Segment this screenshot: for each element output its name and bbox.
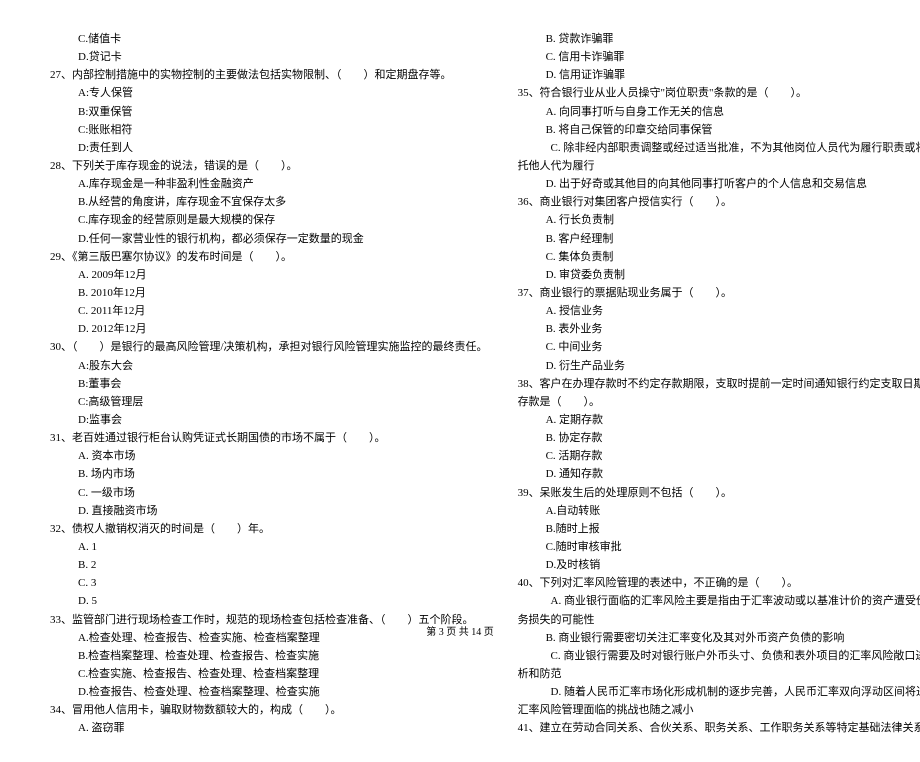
text-line: 40、下列对汇率风险管理的表述中，不正确的是（ ）。	[518, 574, 920, 592]
text-line: D. 随着人民币汇率市场化形成机制的逐步完善，人民币汇率双向浮动区间将进一步缩小…	[518, 683, 920, 719]
text-line: D. 审贷委负责制	[518, 266, 920, 284]
text-line: A. 授信业务	[518, 302, 920, 320]
text-line: D.任何一家营业性的银行机构，都必须保存一定数量的现金	[50, 230, 488, 248]
text-line: C. 活期存款	[518, 447, 920, 465]
text-line: D. 信用证诈骗罪	[518, 66, 920, 84]
text-line: A:专人保管	[50, 84, 488, 102]
text-line: D. 2012年12月	[50, 320, 488, 338]
text-line: B. 将自己保管的印章交给同事保管	[518, 121, 920, 139]
text-line: B. 贷款诈骗罪	[518, 30, 920, 48]
text-line: 35、符合银行业从业人员操守"岗位职责"条款的是（ ）。	[518, 84, 920, 102]
text-line: B:董事会	[50, 375, 488, 393]
text-line: C.储值卡	[50, 30, 488, 48]
text-line: 29、《第三版巴塞尔协议》的发布时间是（ ）。	[50, 248, 488, 266]
text-line: B.随时上报	[518, 520, 920, 538]
text-line: 41、建立在劳动合同关系、合伙关系、职务关系、工作职务关系等特定基础法律关系之上…	[518, 719, 920, 737]
text-line: C. 2011年12月	[50, 302, 488, 320]
text-line: D. 衍生产品业务	[518, 357, 920, 375]
text-line: B. 2010年12月	[50, 284, 488, 302]
text-line: 39、呆账发生后的处理原则不包括（ ）。	[518, 484, 920, 502]
text-line: 30、（ ）是银行的最高风险管理/决策机构，承担对银行风险管理实施监控的最终责任…	[50, 338, 488, 356]
text-line: C:高级管理层	[50, 393, 488, 411]
text-line: D. 通知存款	[518, 465, 920, 483]
text-line: B. 表外业务	[518, 320, 920, 338]
text-line: D. 直接融资市场	[50, 502, 488, 520]
text-line: A. 1	[50, 538, 488, 556]
text-line: B. 协定存款	[518, 429, 920, 447]
text-line: A.库存现金是一种非盈利性金融资产	[50, 175, 488, 193]
text-line: C:账账相符	[50, 121, 488, 139]
text-line: C. 一级市场	[50, 484, 488, 502]
text-line: 27、内部控制措施中的实物控制的主要做法包括实物限制、（ ）和定期盘存等。	[50, 66, 488, 84]
text-line: D.贷记卡	[50, 48, 488, 66]
text-line: A. 行长负责制	[518, 211, 920, 229]
text-line: D.及时核销	[518, 556, 920, 574]
text-line: A. 盗窃罪	[50, 719, 488, 737]
page-footer: 第 3 页 共 14 页	[0, 623, 920, 638]
text-line: B. 场内市场	[50, 465, 488, 483]
text-line: C.库存现金的经营原则是最大规模的保存	[50, 211, 488, 229]
text-line: D.检查报告、检查处理、检查档案整理、检查实施	[50, 683, 488, 701]
text-line: A. 向同事打听与自身工作无关的信息	[518, 103, 920, 121]
text-line: B. 客户经理制	[518, 230, 920, 248]
text-line: A. 定期存款	[518, 411, 920, 429]
text-line: C.随时审核审批	[518, 538, 920, 556]
text-line: 28、下列关于库存现金的说法，错误的是（ ）。	[50, 157, 488, 175]
text-line: C. 除非经内部职责调整或经过适当批准，不为其他岗位人员代为履行职责或将本人工作…	[518, 139, 920, 175]
text-line: A. 资本市场	[50, 447, 488, 465]
text-line: 32、债权人撤销权消灭的时间是（ ）年。	[50, 520, 488, 538]
text-line: D:责任到人	[50, 139, 488, 157]
text-line: B:双重保管	[50, 103, 488, 121]
text-line: A:股东大会	[50, 357, 488, 375]
text-line: 34、冒用他人信用卡，骗取财物数额较大的，构成（ ）。	[50, 701, 488, 719]
text-line: B.从经营的角度讲，库存现金不宜保存太多	[50, 193, 488, 211]
text-line: C. 中间业务	[518, 338, 920, 356]
text-line: 31、老百姓通过银行柜台认购凭证式长期国债的市场不属于（ ）。	[50, 429, 488, 447]
text-line: D. 出于好奇或其他目的向其他同事打听客户的个人信息和交易信息	[518, 175, 920, 193]
text-line: C. 集体负责制	[518, 248, 920, 266]
text-line: C. 3	[50, 574, 488, 592]
text-line: A.自动转账	[518, 502, 920, 520]
text-line: D. 5	[50, 592, 488, 610]
text-line: B. 2	[50, 556, 488, 574]
text-line: C.检查实施、检查报告、检查处理、检查档案整理	[50, 665, 488, 683]
text-line: A. 2009年12月	[50, 266, 488, 284]
text-line: D:监事会	[50, 411, 488, 429]
text-line: 38、客户在办理存款时不约定存款期限，支取时提前一定时间通知银行约定支取日期和支…	[518, 375, 920, 411]
text-line: 37、商业银行的票据贴现业务属于（ ）。	[518, 284, 920, 302]
text-line: C. 信用卡诈骗罪	[518, 48, 920, 66]
text-line: 36、商业银行对集团客户授信实行（ ）。	[518, 193, 920, 211]
text-line: C. 商业银行需要及时对银行账户外币头寸、负债和表外项目的汇率风险敞口进行监测、…	[518, 647, 920, 683]
